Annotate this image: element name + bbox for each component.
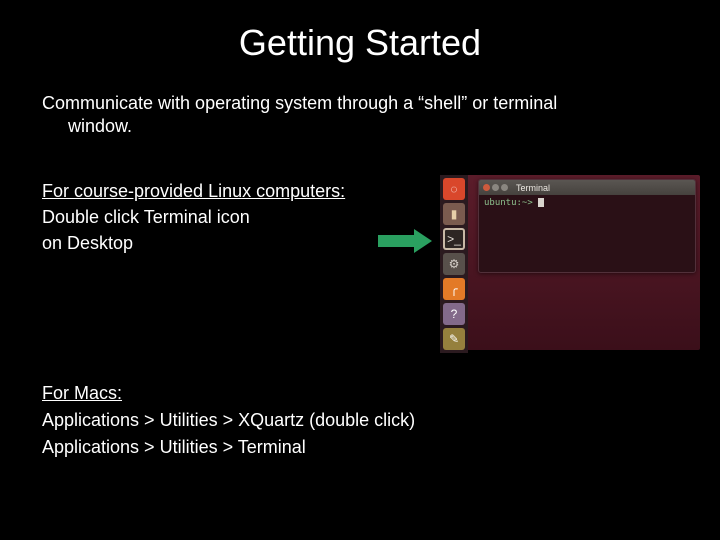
terminal-icon: >_ (443, 228, 465, 250)
dash-icon: ◌ (443, 178, 465, 200)
unity-launcher: ◌ ▮ >_ ⚙ ╭ ? ✎ (440, 175, 468, 353)
mac-line1: Applications > Utilities > XQuartz (doub… (42, 410, 415, 430)
linux-section: For course-provided Linux computers: Dou… (42, 178, 382, 256)
linux-heading: For course-provided Linux computers: (42, 181, 345, 201)
cursor-icon (538, 198, 544, 207)
terminal-prompt: ubuntu:~> (479, 195, 695, 211)
mac-line2: Applications > Utilities > Terminal (42, 437, 306, 457)
slide-subtitle: Communicate with operating system throug… (42, 92, 678, 137)
files-icon: ▮ (443, 203, 465, 225)
settings-icon: ⚙ (443, 253, 465, 275)
linux-line2: on Desktop (42, 233, 133, 253)
help-icon: ? (443, 303, 465, 325)
hint-icon: ✎ (443, 328, 465, 350)
terminal-titlebar: Terminal (479, 180, 695, 195)
minimize-icon (492, 184, 499, 191)
close-icon (483, 184, 490, 191)
slide: Getting Started Communicate with operati… (0, 0, 720, 540)
mac-section: For Macs: Applications > Utilities > XQu… (42, 380, 678, 461)
slide-title: Getting Started (0, 22, 720, 64)
ubuntu-screenshot: ◌ ▮ >_ ⚙ ╭ ? ✎ Terminal ubuntu:~> (440, 175, 700, 350)
subtitle-line1: Communicate with operating system throug… (42, 93, 557, 113)
linux-line1: Double click Terminal icon (42, 207, 250, 227)
arrow-icon (378, 229, 432, 253)
prompt-host: ubuntu:~> (484, 198, 533, 208)
mac-heading: For Macs: (42, 383, 122, 403)
subtitle-line2: window. (42, 115, 678, 138)
terminal-title: Terminal (516, 183, 550, 193)
firefox-icon: ╭ (443, 278, 465, 300)
maximize-icon (501, 184, 508, 191)
terminal-window: Terminal ubuntu:~> (478, 179, 696, 273)
